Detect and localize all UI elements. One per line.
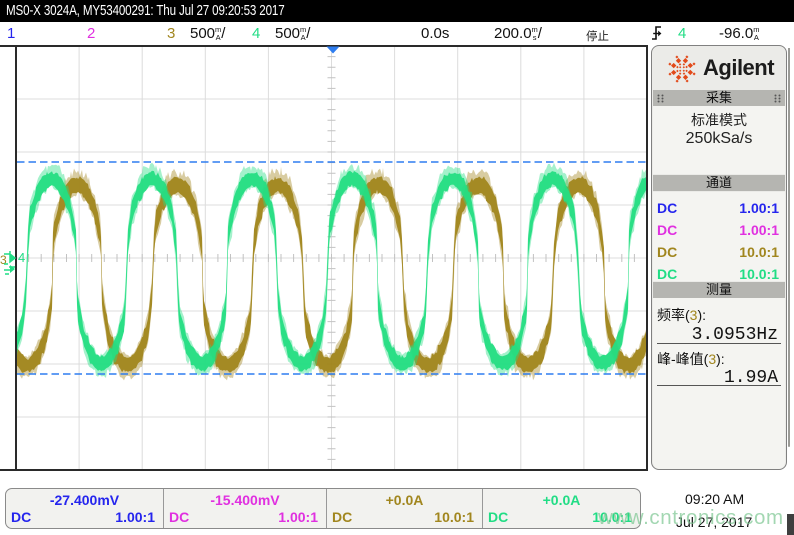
- svg-text:3: 3: [0, 253, 7, 267]
- svg-text:4: 4: [18, 250, 25, 265]
